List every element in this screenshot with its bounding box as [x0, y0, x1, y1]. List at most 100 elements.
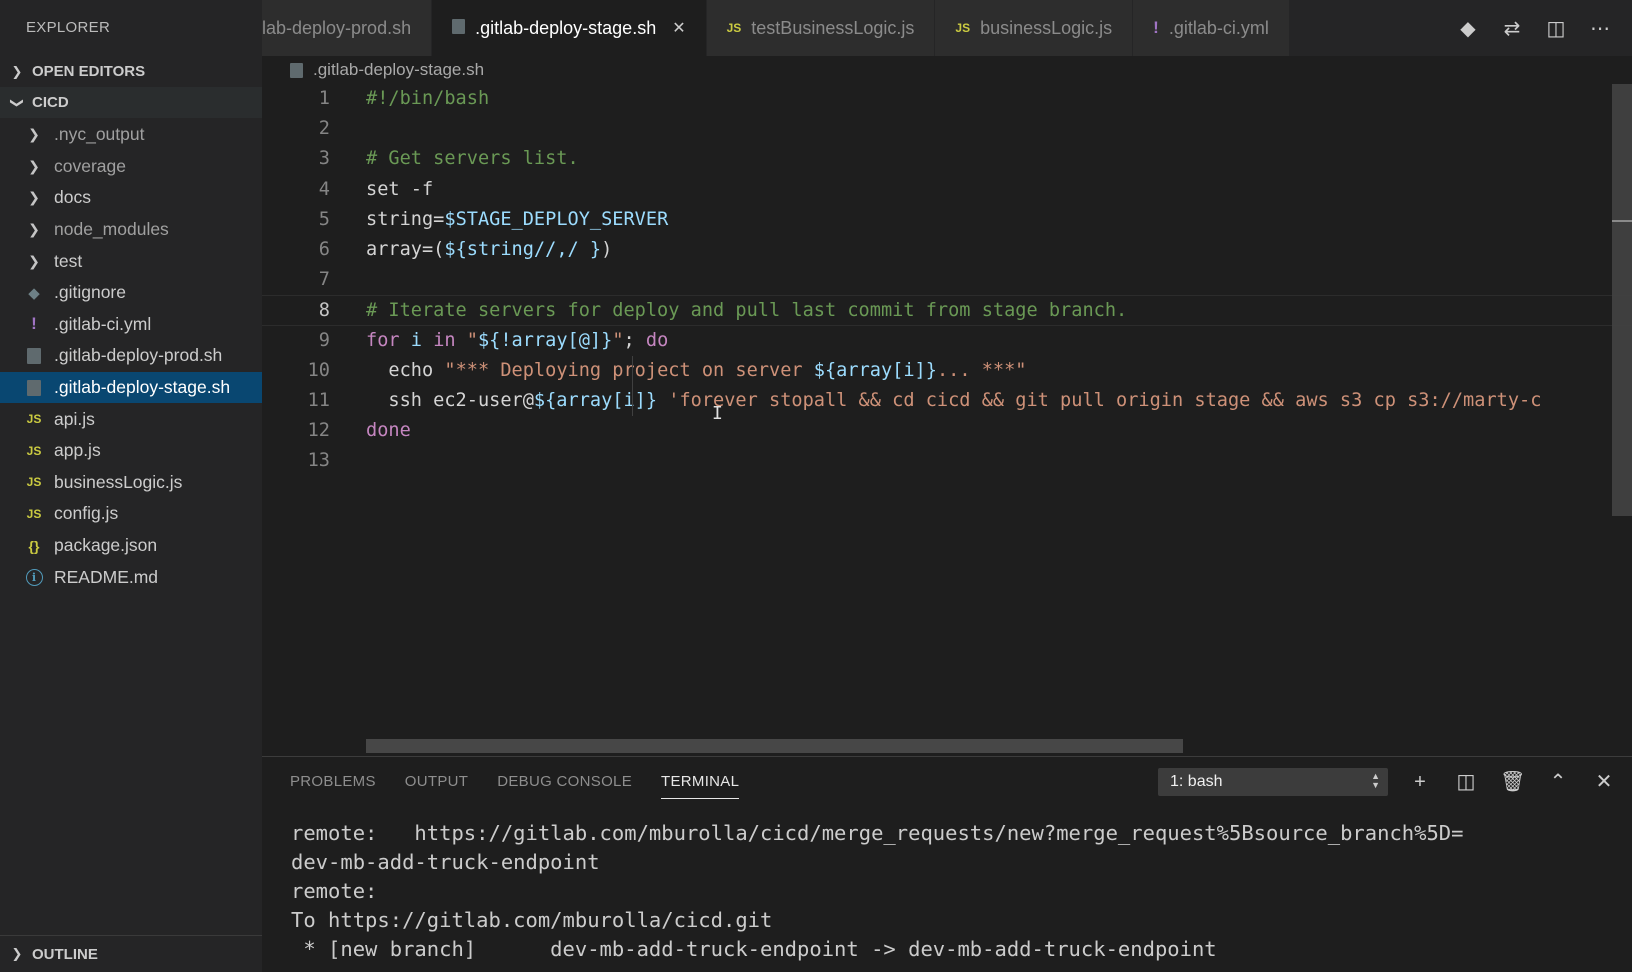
code-editor[interactable]: 1 #!/bin/bash 2 3 # Get servers list. 4 set -f… — [262, 84, 1632, 756]
file-tree-item-label: api.js — [54, 408, 95, 429]
file-tree-item[interactable]: ◆ .gitignore — [0, 277, 262, 309]
yaml-file-icon: ! — [1153, 18, 1159, 37]
editor-tab[interactable]: JS businessLogic.js — [935, 0, 1134, 56]
chevron-right-icon: ❯ — [28, 221, 40, 238]
split-editor-icon[interactable]: ◫ — [1544, 16, 1568, 41]
editor-tab-label: .gitlab-ci.yml — [1168, 17, 1269, 38]
editor-tab-label: testBusinessLogic.js — [751, 17, 915, 38]
shell-file-icon — [22, 379, 46, 396]
open-changes-icon[interactable]: ⇄ — [1500, 16, 1524, 41]
file-tree-item[interactable]: JS businessLogic.js — [0, 467, 262, 499]
file-tree-item-label: test — [54, 250, 83, 271]
code-token: array=( — [366, 238, 445, 260]
project-label: CICD — [32, 94, 69, 111]
panel-tab-output[interactable]: OUTPUT — [405, 757, 468, 807]
breadcrumb-file[interactable]: .gitlab-deploy-stage.sh — [313, 60, 484, 80]
panel-actions: + ◫ 🗑 ⌃ ✕ — [1408, 767, 1616, 797]
explorer-title: EXPLORER — [26, 19, 111, 36]
kill-terminal-icon[interactable]: 🗑 — [1500, 767, 1525, 797]
code-token: for — [366, 329, 400, 351]
code-token: 'forever stopall && cd cicd && git pull … — [657, 389, 1542, 411]
code-line: 10 echo "*** Deploying project on server… — [262, 356, 1632, 386]
terminal-select-value: 1: bash — [1170, 773, 1223, 790]
chevron-right-icon: ❯ — [28, 252, 40, 269]
file-tree-item[interactable]: {} package.json — [0, 530, 262, 562]
shell-file-glyph — [27, 347, 41, 364]
file-tree-item[interactable]: ❯ .nyc_output — [0, 119, 262, 151]
breadcrumb[interactable]: .gitlab-deploy-stage.sh — [262, 56, 484, 84]
maximize-panel-icon[interactable]: ⌃ — [1546, 767, 1570, 797]
code-token: $STAGE_DEPLOY_SERVER — [444, 208, 669, 230]
file-tree-item[interactable]: .gitlab-deploy-prod.sh — [0, 340, 262, 372]
panel-tab-problems[interactable]: PROBLEMS — [290, 757, 376, 807]
vertical-scrollbar[interactable] — [1612, 84, 1632, 516]
code-token: set -f — [366, 178, 434, 200]
javascript-file-icon: JS — [26, 506, 42, 521]
file-tree-item[interactable]: JS app.js — [0, 435, 262, 467]
code-line: 2 — [262, 114, 1632, 144]
file-tree-item[interactable]: ❯ coverage — [0, 151, 262, 183]
file-tree-item-label: businessLogic.js — [54, 471, 183, 492]
git-compare-icon[interactable]: ◆ — [1456, 16, 1480, 41]
editor-tab[interactable]: ! .gitlab-ci.yml — [1133, 0, 1290, 56]
code-line: 11 ssh ec2-user@${array[i]} 'forever sto… — [262, 386, 1632, 416]
code-token: ) — [601, 238, 613, 260]
code-token: #!/bin/bash — [366, 88, 490, 109]
code-token: do — [645, 329, 669, 351]
file-tree-item[interactable]: ❯ node_modules — [0, 214, 262, 246]
file-tree-item-label: README.md — [54, 566, 159, 587]
select-arrows-icon: ▲ ▼ — [1371, 771, 1380, 790]
file-tree-item[interactable]: JS config.js — [0, 498, 262, 530]
file-tree-item[interactable]: JS api.js — [0, 403, 262, 435]
file-tree-item[interactable]: .gitlab-deploy-stage.sh — [0, 371, 262, 404]
shell-file-glyph — [452, 19, 466, 34]
chevron-right-icon: ❯ — [11, 946, 23, 961]
line-number: 5 — [318, 208, 330, 230]
terminal-output[interactable]: remote: https://gitlab.com/mburolla/cicd… — [291, 819, 1464, 964]
code-token: " — [612, 329, 624, 351]
panel-tab-debug-console[interactable]: DEBUG CONSOLE — [497, 757, 632, 807]
code-line: 9 for i in "${!array[@]}"; do — [262, 326, 1632, 356]
panel-tab-terminal[interactable]: TERMINAL — [661, 757, 740, 807]
javascript-file-icon: JS — [726, 21, 742, 35]
editor-tab-label: lab-deploy-prod.sh — [262, 17, 412, 38]
code-token: string= — [366, 208, 445, 230]
close-icon[interactable]: ✕ — [672, 18, 685, 38]
close-panel-icon[interactable]: ✕ — [1592, 767, 1616, 797]
code-token: " — [455, 329, 478, 351]
terminal-line: * [new branch] dev-mb-add-truck-endpoint… — [291, 937, 1217, 961]
new-terminal-icon[interactable]: + — [1408, 767, 1432, 797]
file-tree-item[interactable]: ❯ docs — [0, 182, 262, 214]
tabs-list: lab-deploy-prod.sh .gitlab-deploy-stage.s… — [262, 0, 1290, 56]
file-tree-item[interactable]: ❯ test — [0, 245, 262, 277]
outline-section[interactable]: ❯ OUTLINE — [0, 935, 262, 972]
horizontal-scrollbar[interactable] — [366, 739, 1183, 753]
code-token: # Get servers list. — [366, 148, 579, 170]
code-line: 4 set -f — [262, 175, 1632, 205]
shell-file-icon — [22, 347, 46, 364]
file-tree-item[interactable]: ! .gitlab-ci.yml — [0, 309, 262, 341]
open-editors-section[interactable]: ❯ OPEN EDITORS — [0, 56, 262, 87]
file-tree-item-label: node_modules — [54, 219, 169, 240]
line-number: 4 — [318, 178, 330, 200]
split-terminal-icon[interactable]: ◫ — [1454, 767, 1478, 797]
shell-file-glyph — [27, 379, 41, 396]
shell-file-icon — [290, 62, 303, 78]
terminal-select[interactable]: 1: bash ▲ ▼ — [1158, 768, 1388, 796]
editor-tab-bar: lab-deploy-prod.sh .gitlab-deploy-stage.s… — [262, 0, 1632, 56]
file-tree-item[interactable]: i README.md — [0, 561, 262, 593]
editor-tab[interactable]: JS testBusinessLogic.js — [706, 0, 936, 56]
editor-tab[interactable]: lab-deploy-prod.sh — [262, 0, 433, 56]
project-section-cicd[interactable]: ❯ CICD — [0, 87, 262, 118]
line-code: echo "*** Deploying project on server ${… — [330, 356, 1027, 386]
info-glyph: i — [25, 568, 43, 586]
editor-tab-label: businessLogic.js — [980, 17, 1113, 38]
editor-tab[interactable]: .gitlab-deploy-stage.sh ✕ — [432, 0, 707, 56]
line-number: 9 — [318, 329, 330, 351]
more-actions-icon[interactable]: ⋯ — [1588, 16, 1612, 41]
editor-tab-label: .gitlab-deploy-stage.sh — [475, 17, 657, 38]
code-token: # Iterate servers for deploy and pull la… — [366, 300, 1128, 322]
code-token: ... ***" — [936, 359, 1027, 381]
line-number: 11 — [307, 389, 330, 411]
